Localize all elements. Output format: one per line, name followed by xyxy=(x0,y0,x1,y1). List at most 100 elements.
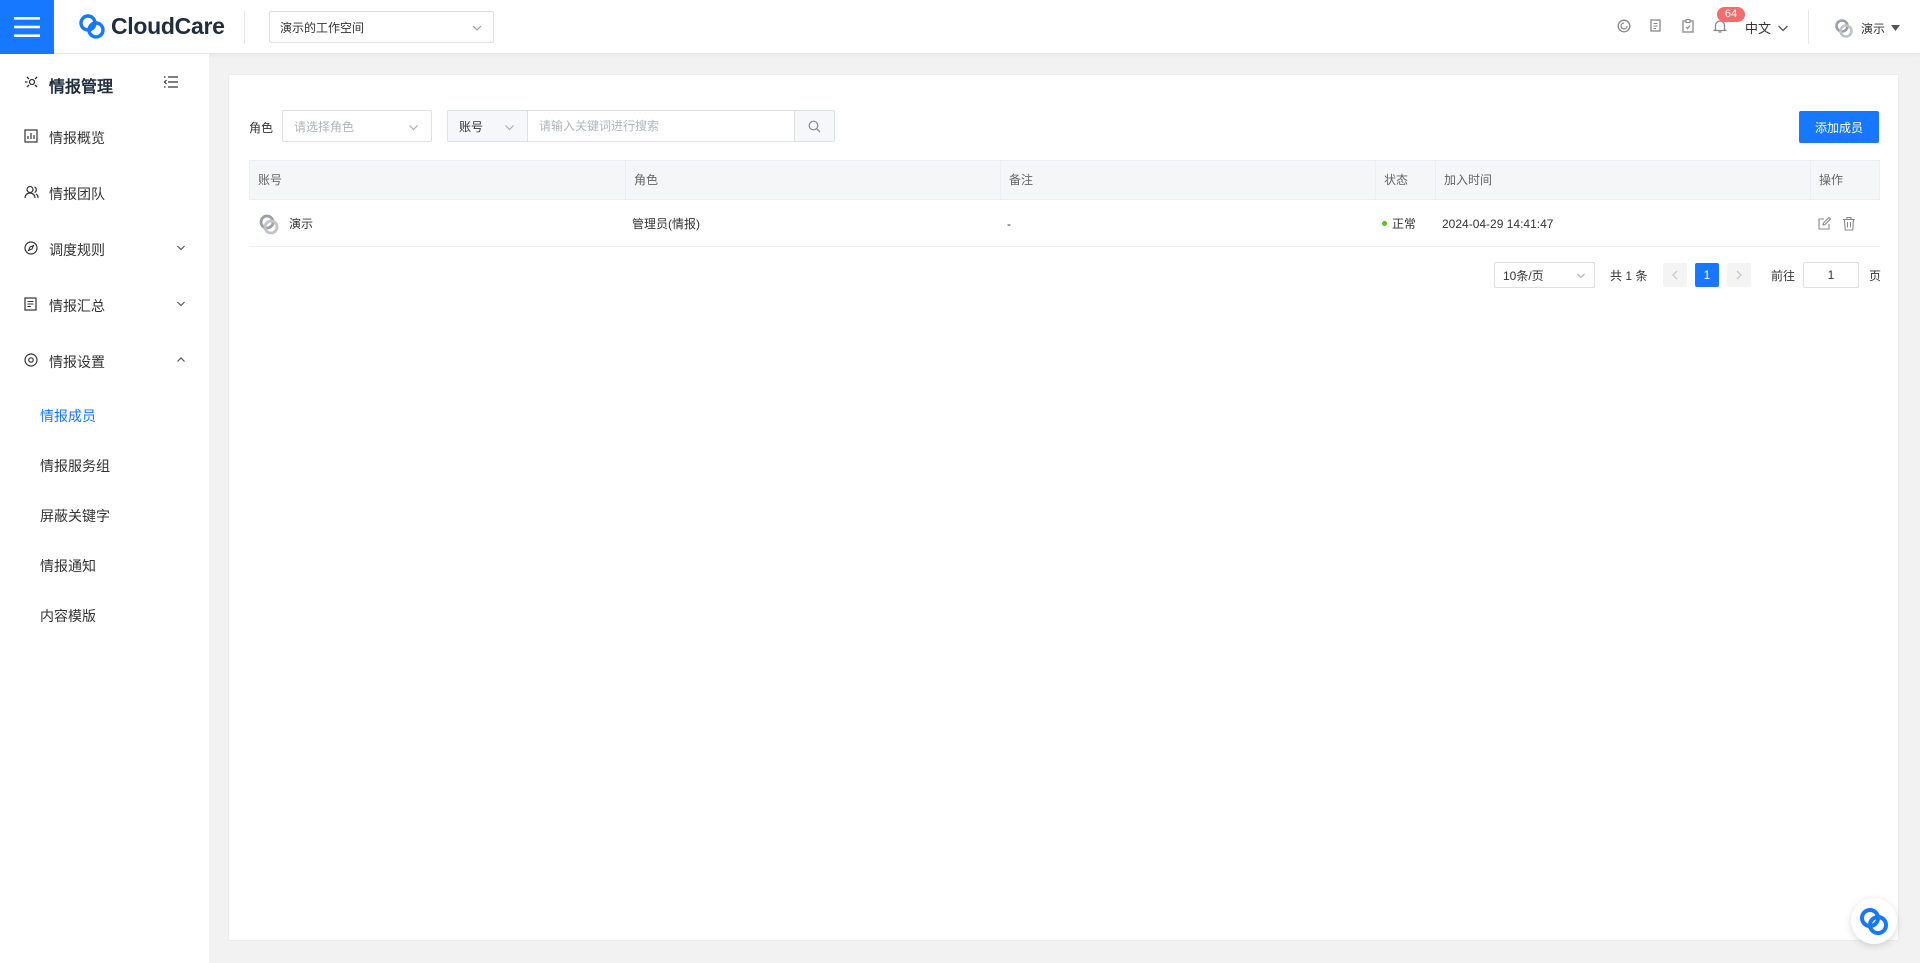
sidebar-item-settings[interactable]: 情报设置 xyxy=(0,339,209,381)
divider xyxy=(1808,10,1809,44)
role-select-placeholder: 请选择角色 xyxy=(294,119,355,134)
goto-page-input[interactable] xyxy=(1803,262,1859,288)
chevron-down-icon xyxy=(472,25,482,31)
status-text: 正常 xyxy=(1392,217,1417,231)
hamburger-menu-button[interactable] xyxy=(0,0,54,54)
members-table: 账号 角色 备注 状态 加入时间 操作 演示 管理员(情报) - 正常 2024… xyxy=(249,160,1880,247)
sidebar-item-overview[interactable]: 情报概览 xyxy=(0,115,209,157)
language-select[interactable]: 中文 xyxy=(1745,18,1789,37)
chevron-down-icon xyxy=(505,125,514,131)
sidebar-header: 情报管理 xyxy=(0,54,209,109)
role-select[interactable]: 请选择角色 xyxy=(282,110,432,142)
cloudcare-logo-icon xyxy=(79,14,105,39)
sidebar-subitem-blocked-keywords[interactable]: 屏蔽关键字 xyxy=(0,494,209,534)
sidebar-subitem-label: 情报服务组 xyxy=(40,458,110,474)
role-filter-label: 角色 xyxy=(249,121,274,135)
clipboard-icon[interactable] xyxy=(1680,18,1696,34)
chevron-left-icon xyxy=(1672,270,1678,280)
next-page-button[interactable] xyxy=(1727,263,1751,287)
page-button-current[interactable]: 1 xyxy=(1695,263,1719,287)
search-field-label: 账号 xyxy=(459,119,484,134)
column-header-note: 备注 xyxy=(1000,161,1375,199)
cell-actions xyxy=(1809,200,1879,247)
sidebar-subitem-content-templates[interactable]: 内容模版 xyxy=(0,594,209,634)
column-header-account: 账号 xyxy=(258,173,283,187)
avatar xyxy=(1835,19,1853,38)
cell-role: 管理员(情报) xyxy=(632,217,700,231)
cell-status: 正常 xyxy=(1374,200,1434,247)
document-icon xyxy=(24,297,37,311)
language-label: 中文 xyxy=(1745,21,1772,36)
search-icon xyxy=(808,120,821,132)
chevron-down-icon xyxy=(1778,25,1788,31)
sidebar: 情报管理 情报概览 情报团队 调度规则 情报汇总 情报设置 情报成员 情报服务组… xyxy=(0,54,209,963)
intelligence-icon xyxy=(25,76,38,88)
column-header-joined: 加入时间 xyxy=(1435,161,1810,199)
page-size-label: 10条/页 xyxy=(1503,268,1544,283)
sidebar-subitem-label: 内容模版 xyxy=(40,608,96,624)
assistant-float-button[interactable] xyxy=(1851,898,1897,944)
sidebar-item-summary[interactable]: 情报汇总 xyxy=(0,283,209,325)
cell-account: 演示 xyxy=(249,200,624,247)
workspace-select[interactable]: 演示的工作空间 xyxy=(269,11,494,43)
delete-icon[interactable] xyxy=(1842,216,1856,231)
status-dot xyxy=(1382,221,1387,226)
copy-icon[interactable] xyxy=(1648,18,1664,34)
cell-note: - xyxy=(1007,216,1011,231)
page-suffix: 页 xyxy=(1869,269,1882,283)
user-name: 演示 xyxy=(1861,21,1886,36)
menu-icon xyxy=(14,17,40,37)
column-header-status: 状态 xyxy=(1375,161,1435,199)
sidebar-item-label: 情报汇总 xyxy=(49,298,105,314)
chevron-down-icon xyxy=(177,301,185,307)
column-header-actions: 操作 xyxy=(1810,161,1880,199)
collapse-sidebar-icon[interactable] xyxy=(163,74,179,90)
refresh-icon[interactable] xyxy=(1616,18,1632,34)
sidebar-subitem-label: 屏蔽关键字 xyxy=(40,508,110,524)
chevron-down-icon xyxy=(1577,273,1585,279)
sidebar-item-label: 情报团队 xyxy=(49,186,105,202)
prev-page-button[interactable] xyxy=(1663,263,1687,287)
sidebar-subitem-label: 情报通知 xyxy=(40,558,96,574)
team-icon xyxy=(24,185,39,199)
settings-icon xyxy=(24,353,38,367)
table-header: 账号 角色 备注 状态 加入时间 操作 xyxy=(249,160,1880,200)
sidebar-subitem-label: 情报成员 xyxy=(40,408,96,424)
chart-icon xyxy=(24,129,38,143)
user-menu[interactable]: 演示 xyxy=(1833,17,1901,39)
cloudcare-logo-icon xyxy=(1860,908,1888,935)
sidebar-subitem-notifications[interactable]: 情报通知 xyxy=(0,544,209,584)
column-header-role: 角色 xyxy=(625,161,1000,199)
goto-label: 前往 xyxy=(1771,269,1796,283)
logo-text: CloudCare xyxy=(111,12,225,39)
caret-down-icon xyxy=(1891,25,1901,31)
chevron-down-icon xyxy=(409,125,418,131)
divider xyxy=(244,10,245,44)
members-panel: 角色 请选择角色 账号 添加成员 账号 角色 备注 状态 加入时间 操作 演示 … xyxy=(228,74,1899,941)
sidebar-subitem-members[interactable]: 情报成员 xyxy=(0,394,209,434)
add-member-button[interactable]: 添加成员 xyxy=(1799,111,1879,143)
chevron-down-icon xyxy=(177,245,185,251)
sidebar-subitem-service-groups[interactable]: 情报服务组 xyxy=(0,444,209,484)
avatar xyxy=(259,214,279,234)
compass-icon xyxy=(24,241,38,255)
app-logo[interactable]: CloudCare xyxy=(77,12,225,40)
top-bar: CloudCare 演示的工作空间 64 中文 演示 xyxy=(0,0,1920,54)
edit-icon[interactable] xyxy=(1817,216,1832,231)
total-count: 共 1 条 xyxy=(1610,269,1648,283)
table-row: 演示 管理员(情报) - 正常 2024-04-29 14:41:47 xyxy=(249,200,1880,247)
sidebar-item-label: 情报设置 xyxy=(49,354,105,370)
cell-joined: 2024-04-29 14:41:47 xyxy=(1442,216,1554,231)
search-input[interactable] xyxy=(527,110,795,142)
account-name: 演示 xyxy=(289,217,314,231)
sidebar-item-dispatch-rules[interactable]: 调度规则 xyxy=(0,227,209,269)
sidebar-item-label: 调度规则 xyxy=(49,242,105,258)
sidebar-item-team[interactable]: 情报团队 xyxy=(0,171,209,213)
search-field-select[interactable]: 账号 xyxy=(447,110,527,142)
sidebar-item-label: 情报概览 xyxy=(49,130,105,146)
page-size-select[interactable]: 10条/页 xyxy=(1494,262,1595,288)
search-button[interactable] xyxy=(794,110,835,142)
chevron-up-icon xyxy=(177,357,185,362)
sidebar-title: 情报管理 xyxy=(49,79,114,96)
notification-badge: 64 xyxy=(1717,7,1745,22)
